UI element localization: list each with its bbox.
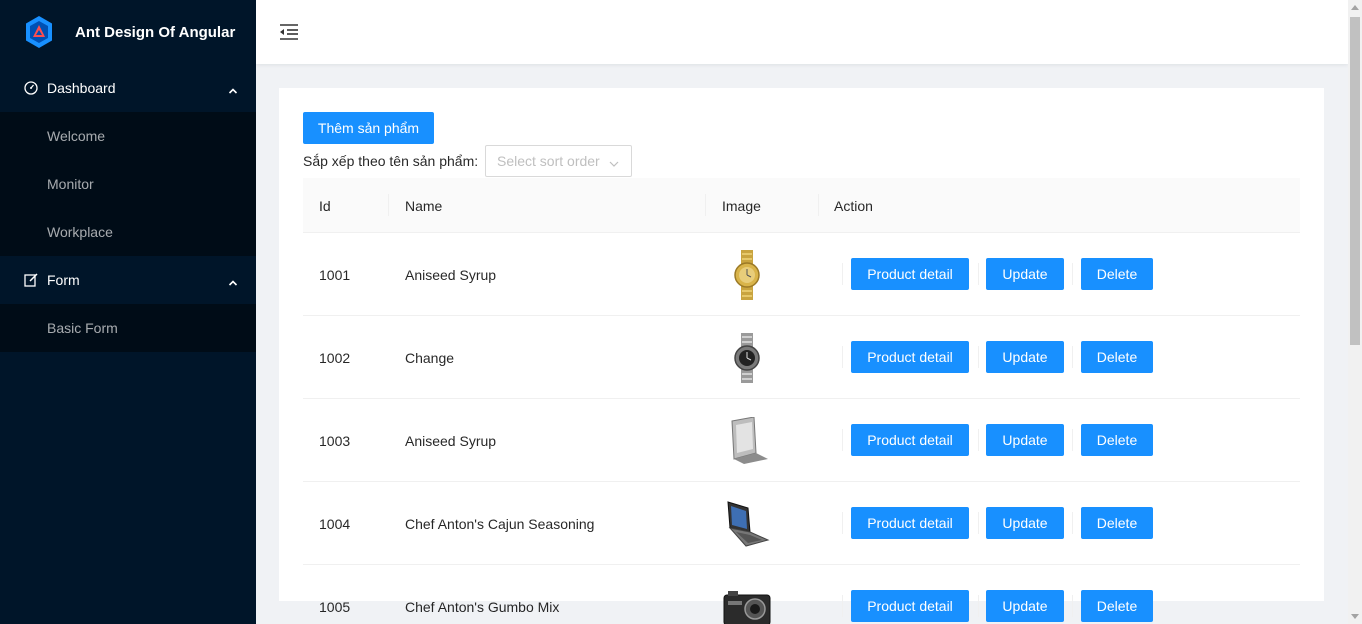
cell-name: Change bbox=[405, 349, 455, 366]
sort-label: Sắp xếp theo tên sản phẩm: bbox=[303, 153, 479, 169]
delete-button[interactable]: Delete bbox=[1081, 507, 1153, 539]
app-title: Ant Design Of Angular bbox=[75, 23, 236, 41]
update-button[interactable]: Update bbox=[986, 424, 1064, 456]
page-background bbox=[1300, 601, 1348, 624]
table-row: 1002 Change Product detail Update Delete bbox=[303, 316, 1300, 399]
chevron-down-icon bbox=[609, 156, 619, 167]
cell-name: Aniseed Syrup bbox=[405, 432, 497, 449]
cell-name: Chef Anton's Cajun Seasoning bbox=[405, 515, 595, 532]
cell-id: 1002 bbox=[319, 349, 351, 366]
page-background bbox=[279, 601, 303, 624]
menu-group-label: Dashboard bbox=[47, 80, 116, 96]
product-detail-button[interactable]: Product detail bbox=[851, 258, 969, 290]
open-laptop-image bbox=[719, 496, 775, 552]
logo[interactable]: Ant Design Of Angular bbox=[0, 0, 256, 64]
column-divider bbox=[842, 512, 843, 534]
product-detail-button[interactable]: Product detail bbox=[851, 507, 969, 539]
product-detail-button[interactable]: Product detail bbox=[851, 424, 969, 456]
column-divider bbox=[1072, 595, 1073, 617]
table-row: 1003 Aniseed Syrup Product detail Update… bbox=[303, 399, 1300, 482]
delete-button[interactable]: Delete bbox=[1081, 590, 1153, 622]
product-table: Id Name Image Action 1001 Aniseed Syrup … bbox=[303, 178, 1300, 624]
sidebar-item-welcome[interactable]: Welcome bbox=[0, 112, 256, 160]
dashboard-submenu: Welcome Monitor Workplace bbox=[0, 112, 256, 256]
update-button[interactable]: Update bbox=[986, 507, 1064, 539]
delete-button[interactable]: Delete bbox=[1081, 258, 1153, 290]
cell-id: 1005 bbox=[319, 598, 351, 615]
column-header-image: Image bbox=[722, 197, 761, 214]
delete-button[interactable]: Delete bbox=[1081, 424, 1153, 456]
form-submenu: Basic Form bbox=[0, 304, 256, 352]
column-divider bbox=[978, 512, 979, 534]
header bbox=[256, 0, 1348, 64]
camera-image bbox=[719, 579, 775, 624]
delete-button[interactable]: Delete bbox=[1081, 341, 1153, 373]
sidebar: Ant Design Of Angular Dashboard Welcome … bbox=[0, 0, 256, 624]
sidebar-item-monitor[interactable]: Monitor bbox=[0, 160, 256, 208]
form-icon bbox=[24, 273, 38, 287]
column-divider bbox=[1072, 429, 1073, 451]
update-button[interactable]: Update bbox=[986, 258, 1064, 290]
vertical-scrollbar[interactable] bbox=[1348, 0, 1362, 624]
cell-id: 1004 bbox=[319, 515, 351, 532]
column-divider bbox=[818, 194, 819, 216]
column-divider bbox=[978, 263, 979, 285]
column-divider bbox=[978, 429, 979, 451]
gold-watch-image bbox=[719, 247, 775, 303]
cell-id: 1001 bbox=[319, 266, 351, 283]
column-divider bbox=[842, 595, 843, 617]
table-row: 1004 Chef Anton's Cajun Seasoning Produc… bbox=[303, 482, 1300, 565]
sort-order-select[interactable]: Select sort order bbox=[485, 145, 632, 177]
menu-group-dashboard[interactable]: Dashboard bbox=[0, 64, 256, 112]
scrollbar-thumb[interactable] bbox=[1350, 17, 1360, 345]
column-divider bbox=[978, 595, 979, 617]
table-row: 1001 Aniseed Syrup Product detail Update… bbox=[303, 233, 1300, 316]
menu-fold-icon[interactable] bbox=[280, 24, 298, 40]
scroll-down-icon[interactable] bbox=[1351, 614, 1359, 619]
steel-watch-image bbox=[719, 330, 775, 386]
column-divider bbox=[388, 194, 389, 216]
chevron-up-icon bbox=[228, 83, 238, 94]
sidebar-item-workplace[interactable]: Workplace bbox=[0, 208, 256, 256]
column-divider bbox=[1072, 512, 1073, 534]
menu-group-form[interactable]: Form bbox=[0, 256, 256, 304]
column-header-name: Name bbox=[405, 197, 443, 214]
menu-group-label: Form bbox=[47, 272, 80, 288]
update-button[interactable]: Update bbox=[986, 590, 1064, 622]
table-header: Id Name Image Action bbox=[303, 178, 1300, 233]
column-divider bbox=[842, 263, 843, 285]
silver-laptop-image bbox=[719, 413, 775, 469]
scroll-up-icon[interactable] bbox=[1351, 5, 1359, 10]
column-divider bbox=[1072, 263, 1073, 285]
cell-id: 1003 bbox=[319, 432, 351, 449]
cell-name: Aniseed Syrup bbox=[405, 266, 497, 283]
chevron-up-icon bbox=[228, 275, 238, 286]
product-detail-button[interactable]: Product detail bbox=[851, 341, 969, 373]
update-button[interactable]: Update bbox=[986, 341, 1064, 373]
column-divider bbox=[978, 346, 979, 368]
sidebar-item-basic-form[interactable]: Basic Form bbox=[0, 304, 256, 352]
sort-placeholder: Select sort order bbox=[497, 153, 600, 169]
column-divider bbox=[1072, 346, 1073, 368]
column-divider bbox=[842, 429, 843, 451]
column-header-action: Action bbox=[834, 197, 873, 214]
angular-logo-icon bbox=[24, 15, 54, 49]
table-row: 1005 Chef Anton's Gumbo Mix Product deta… bbox=[303, 565, 1300, 624]
product-detail-button[interactable]: Product detail bbox=[851, 590, 969, 622]
column-divider bbox=[842, 346, 843, 368]
column-header-id: Id bbox=[319, 197, 331, 214]
add-product-button[interactable]: Thêm sản phẩm bbox=[303, 112, 434, 144]
dashboard-icon bbox=[24, 81, 38, 95]
cell-name: Chef Anton's Gumbo Mix bbox=[405, 598, 560, 615]
column-divider bbox=[705, 194, 706, 216]
